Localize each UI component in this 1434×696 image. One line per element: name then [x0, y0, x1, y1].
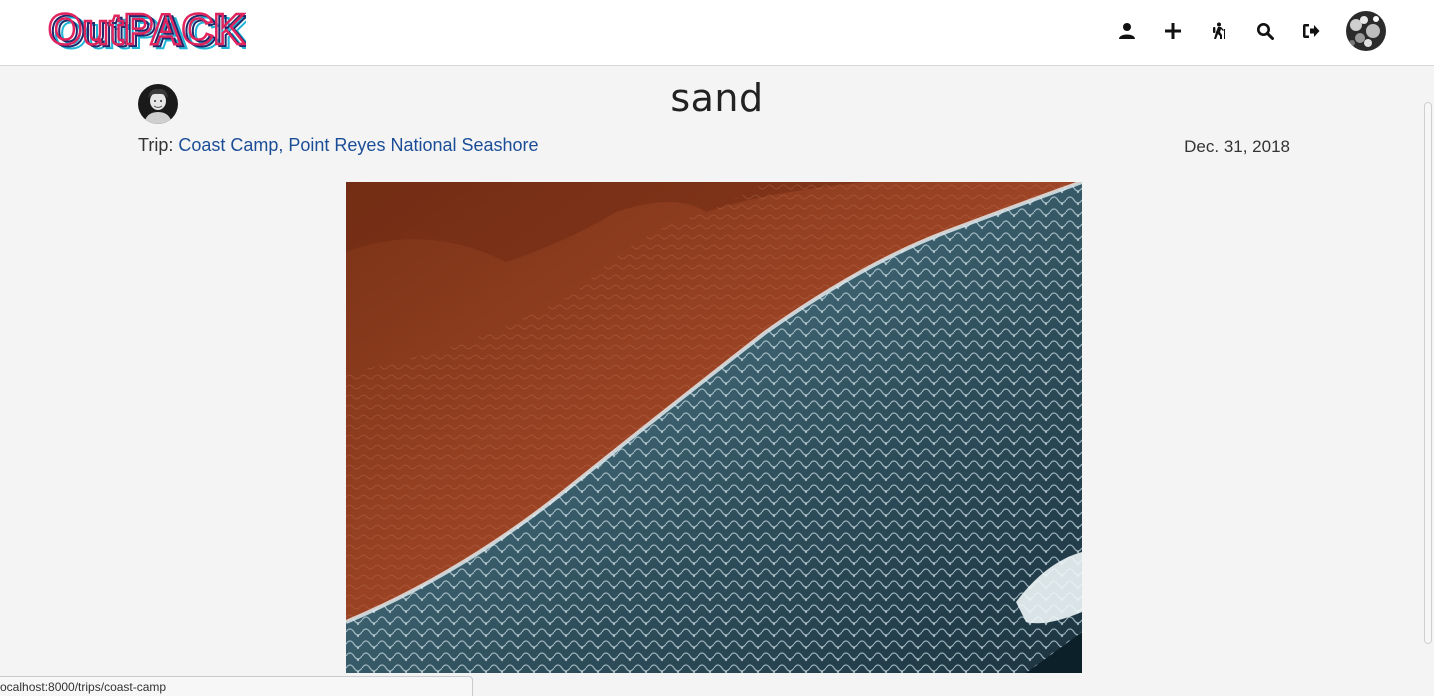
sign-out-icon: [1303, 24, 1320, 38]
post-title: sand: [670, 76, 764, 120]
trips-button[interactable]: [1196, 10, 1242, 52]
trip-link[interactable]: Coast Camp, Point Reyes National Seashor…: [178, 135, 538, 155]
nav-icon-group: [1104, 10, 1386, 52]
logout-button[interactable]: [1288, 10, 1334, 52]
browser-status-bar: ocalhost:8000/trips/coast-camp: [0, 676, 473, 696]
post-date: Dec. 31, 2018: [1184, 137, 1290, 156]
outpack-logo[interactable]: OutPACK OutPACK OutPACK: [46, 4, 253, 60]
search-button[interactable]: [1242, 10, 1288, 52]
profile-button[interactable]: [1104, 10, 1150, 52]
top-navbar: OutPACK OutPACK OutPACK: [0, 0, 1434, 66]
add-post-button[interactable]: [1150, 10, 1196, 52]
plus-icon: [1165, 23, 1181, 39]
search-icon: [1257, 23, 1274, 40]
scrollbar-thumb[interactable]: [1424, 102, 1432, 644]
svg-text:OutPACK: OutPACK: [48, 5, 245, 54]
trip-label: Trip:: [138, 135, 174, 155]
user-icon: [1119, 23, 1135, 39]
post-photo: [346, 182, 1082, 673]
page-scrollbar[interactable]: [1422, 66, 1434, 696]
hiking-icon: [1213, 22, 1225, 39]
trip-line: Trip: Coast Camp, Point Reyes National S…: [138, 135, 539, 156]
user-avatar[interactable]: [1346, 11, 1386, 51]
